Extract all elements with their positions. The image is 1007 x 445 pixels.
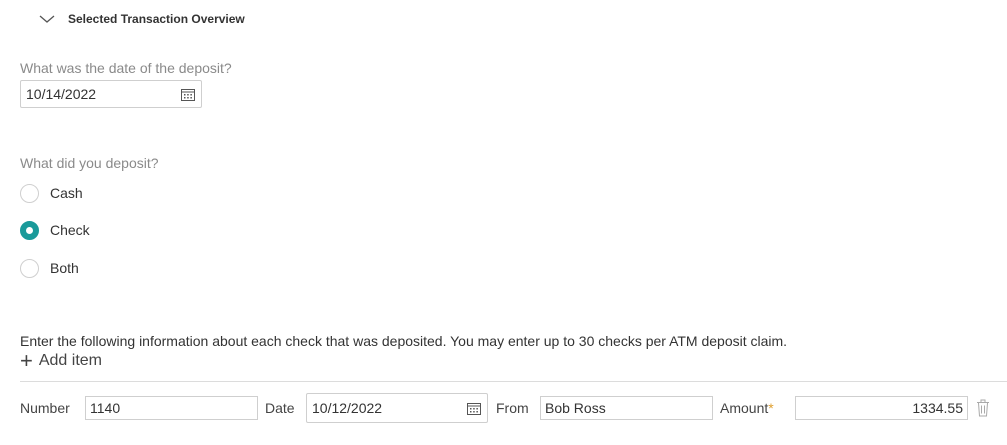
amount-label: Amount* [720, 393, 774, 423]
radio-button-cash[interactable] [20, 183, 39, 203]
required-asterisk: * [768, 400, 774, 416]
calendar-icon[interactable] [181, 88, 195, 101]
radio-option-cash[interactable]: Cash [20, 182, 83, 204]
plus-icon: + [20, 348, 33, 373]
deposit-date-question: What was the date of the deposit? [20, 60, 232, 76]
check-amount-input[interactable]: 1334.55 [795, 396, 968, 420]
add-item-button[interactable]: + Add item [20, 348, 102, 373]
deposit-date-value: 10/14/2022 [26, 86, 97, 102]
check-date-field[interactable]: 10/12/2022 [306, 393, 488, 423]
checks-instructions: Enter the following information about ea… [20, 333, 788, 349]
from-label: From [496, 400, 529, 416]
add-item-label: Add item [38, 352, 102, 369]
radio-option-both[interactable]: Both [20, 257, 79, 279]
check-number-input[interactable]: 1140 [85, 396, 258, 420]
divider [20, 381, 1007, 382]
deposit-date-field[interactable]: 10/14/2022 [20, 80, 202, 108]
deposit-type-question: What did you deposit? [20, 155, 159, 171]
calendar-icon[interactable] [467, 402, 481, 415]
check-row: Number 1140 Date 10/12/2022 From Bob Ros… [20, 393, 1007, 423]
radio-label-both: Both [50, 260, 79, 276]
section-toggle[interactable]: Selected Transaction Overview [38, 8, 245, 30]
section-title: Selected Transaction Overview [68, 12, 245, 26]
radio-label-cash: Cash [50, 185, 83, 201]
chevron-down-icon [39, 15, 55, 23]
radio-button-check[interactable] [20, 220, 39, 240]
date-label: Date [265, 400, 295, 416]
radio-button-both[interactable] [20, 258, 39, 278]
radio-option-check[interactable]: Check [20, 219, 90, 241]
radio-label-check: Check [50, 222, 90, 238]
check-date-value: 10/12/2022 [312, 400, 383, 416]
number-label: Number [20, 400, 70, 416]
amount-label-text: Amount [720, 400, 769, 416]
check-from-input[interactable]: Bob Ross [540, 396, 713, 420]
trash-icon[interactable] [976, 399, 990, 417]
